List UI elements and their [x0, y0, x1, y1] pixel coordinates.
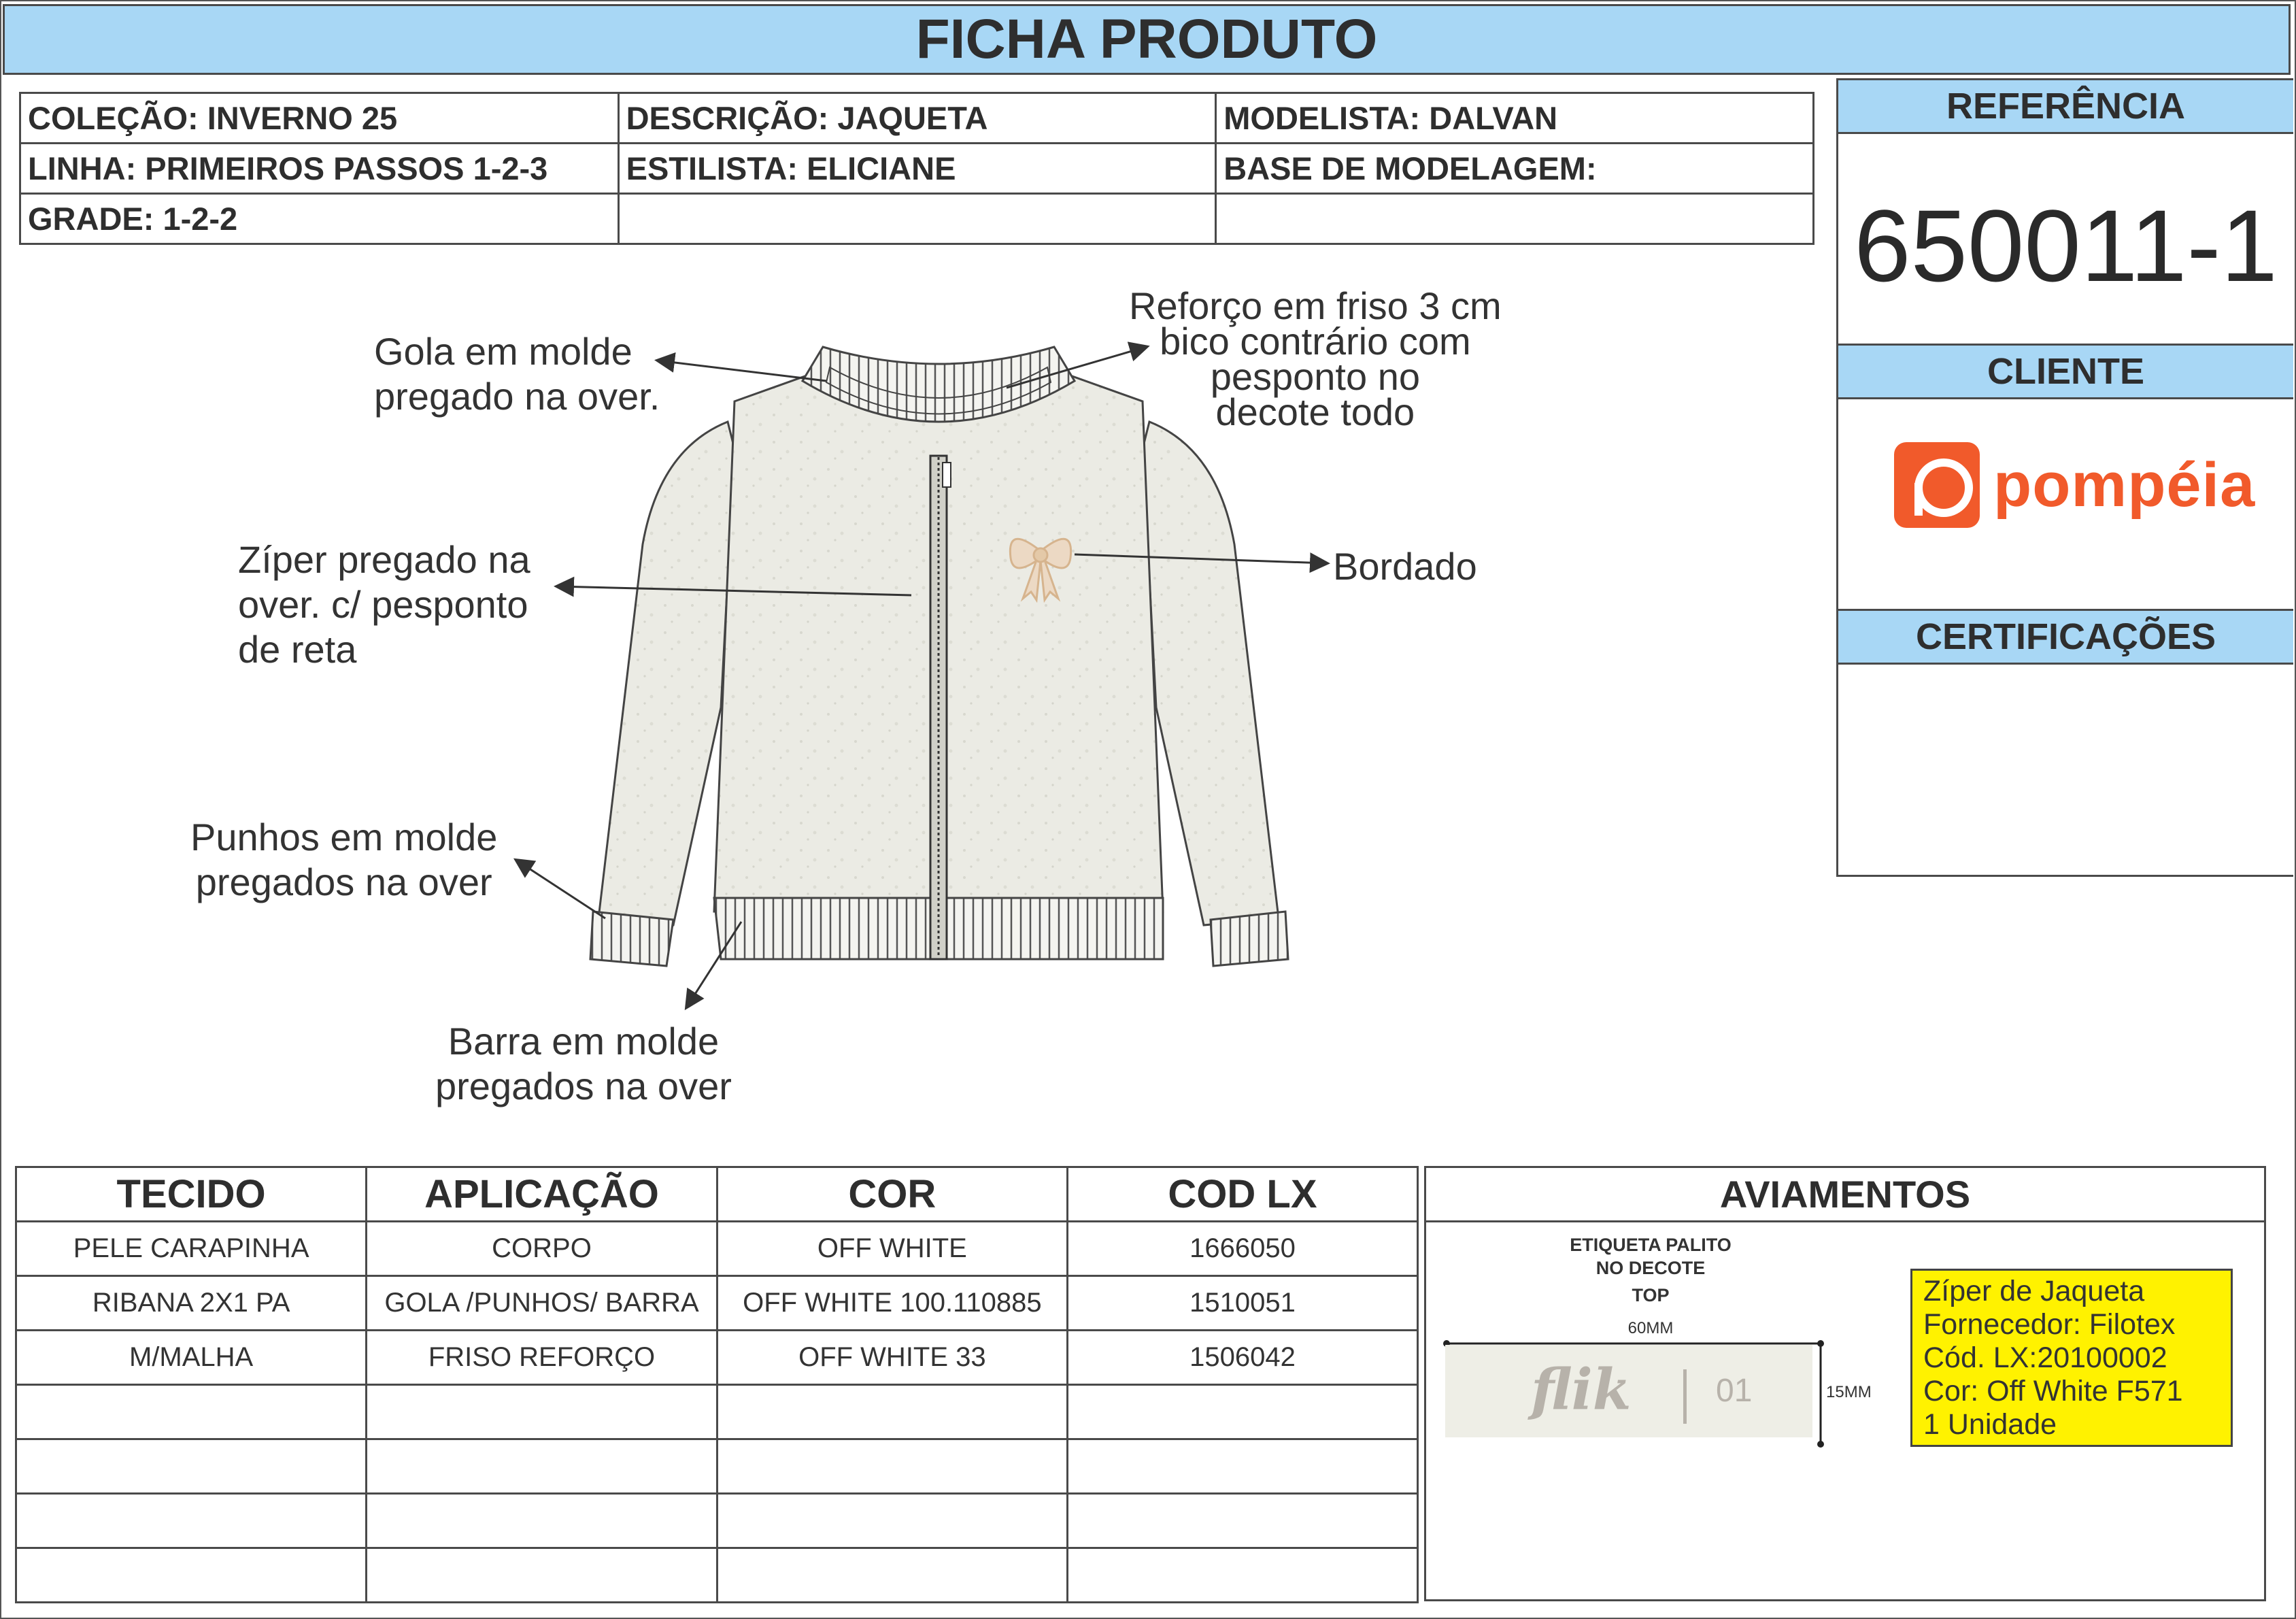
callout-reforco: Reforço em friso 3 cm bico contrário com p…: [1129, 284, 1502, 433]
table-cell: CORPO: [365, 1220, 718, 1277]
table-row: PELE CARAPINHA CORPO OFF WHITE 1666050: [14, 1220, 1419, 1277]
zipper-note: Zíper de Jaqueta Fornecedor: Filotex Cód…: [1910, 1269, 2233, 1447]
table-row: RIBANA 2X1 PA GOLA /PUNHOS/ BARRA OFF WH…: [14, 1275, 1419, 1331]
table-row: [14, 1492, 1419, 1549]
table-cell: [1066, 1492, 1419, 1549]
table-cell: [1066, 1384, 1419, 1440]
table-cell: [14, 1384, 368, 1440]
table-cell: 1506042: [1066, 1329, 1419, 1386]
callout-barra: Barra em molde pregados na over: [435, 1020, 732, 1107]
aviamentos-header: AVIAMENTOS: [1426, 1168, 2264, 1222]
table-cell: RIBANA 2X1 PA: [14, 1275, 368, 1331]
table-cell: OFF WHITE: [715, 1220, 1068, 1277]
fabric-table: TECIDO APLICAÇÃO COR COD LX PELE CARAPIN…: [14, 1166, 1419, 1603]
callout-punhos: Punhos em molde pregados na over: [190, 816, 498, 903]
etiqueta-height-label: 15MM: [1826, 1383, 1872, 1401]
col-header-cod-lx: COD LX: [1066, 1166, 1419, 1222]
col-header-aplicacao: APLICAÇÃO: [365, 1166, 718, 1222]
table-cell: [365, 1547, 718, 1603]
etiqueta-top-label: TOP: [1632, 1285, 1670, 1305]
table-cell: [715, 1384, 1068, 1440]
table-cell: 1666050: [1066, 1220, 1419, 1277]
table-cell: GOLA /PUNHOS/ BARRA: [365, 1275, 718, 1331]
table-row: M/MALHA FRISO REFORÇO OFF WHITE 33 15060…: [14, 1329, 1419, 1386]
callout-bordado: Bordado: [1333, 545, 1477, 588]
table-cell: [14, 1492, 368, 1549]
table-cell: [715, 1547, 1068, 1603]
etiqueta-title: ETIQUETA PALITO NO DECOTE: [1570, 1235, 1732, 1278]
callout-gola: Gola em molde pregado na over.: [374, 330, 660, 418]
table-cell: [715, 1438, 1068, 1495]
table-cell: OFF WHITE 100.110885: [715, 1275, 1068, 1331]
table-row: [14, 1547, 1419, 1603]
table-cell: 1510051: [1066, 1275, 1419, 1331]
col-header-cor: COR: [715, 1166, 1068, 1222]
table-cell: [1066, 1547, 1419, 1603]
table-cell: FRISO REFORÇO: [365, 1329, 718, 1386]
table-cell: [365, 1384, 718, 1440]
table-cell: [14, 1438, 368, 1495]
table-cell: [365, 1492, 718, 1549]
aviamentos-panel: AVIAMENTOS ETIQUETA PALITO NO DECOTE TOP …: [1424, 1166, 2266, 1601]
table-cell: PELE CARAPINHA: [14, 1220, 368, 1277]
label-separator: [1683, 1369, 1687, 1424]
table-cell: OFF WHITE 33: [715, 1329, 1068, 1386]
table-row: [14, 1438, 1419, 1495]
flik-label: flik 01: [1445, 1345, 1812, 1437]
flik-brand: flik: [1531, 1357, 1632, 1422]
label-number: 01: [1716, 1373, 1753, 1409]
table-cell: M/MALHA: [14, 1329, 368, 1386]
table-cell: [715, 1492, 1068, 1549]
table-cell: [1066, 1438, 1419, 1495]
callout-ziper: Zíper pregado na over. c/ pesponto de reta: [238, 538, 530, 671]
table-cell: [14, 1547, 368, 1603]
table-row: [14, 1384, 1419, 1440]
table-cell: [365, 1438, 718, 1495]
col-header-tecido: TECIDO: [14, 1166, 368, 1222]
